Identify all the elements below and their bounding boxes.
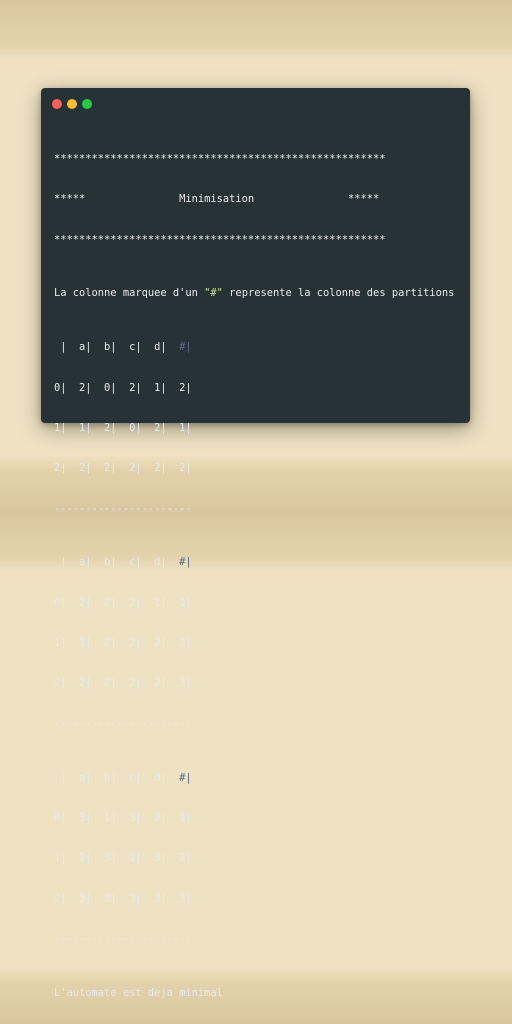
table-row: 1| 2| 3| 1| 3| 2| bbox=[54, 852, 192, 865]
partition-marker: "#" bbox=[204, 287, 223, 300]
minimize-window-button[interactable] bbox=[67, 99, 77, 109]
table-header-columns: | a| b| c| d| bbox=[54, 341, 167, 354]
partition-column-header: #| bbox=[166, 556, 192, 569]
legend-line: La colonne marquee d'un "#" represente l… bbox=[54, 287, 464, 300]
table-row: 0| 3| 1| 3| 2| 1| bbox=[54, 811, 192, 824]
maximize-window-button[interactable] bbox=[82, 99, 92, 109]
table-header: | a| b| c| d| #| bbox=[54, 556, 464, 569]
table-separator: ---------------------- bbox=[54, 502, 192, 515]
table-row: 1| 1| 2| 0| 2| 1| bbox=[54, 421, 192, 434]
terminal-window: ****************************************… bbox=[41, 88, 470, 999]
close-window-button[interactable] bbox=[52, 99, 62, 109]
table-row: 0| 2| 2| 2| 1| 1| bbox=[54, 596, 192, 609]
table-separator: ---------------------- bbox=[54, 717, 192, 730]
result-message: L'automate est deja minimal bbox=[54, 986, 223, 999]
table-row: 2| 3| 3| 3| 3| 3| bbox=[54, 892, 192, 905]
partition-column-header: #| bbox=[166, 771, 192, 784]
table-row: 2| 2| 2| 2| 2| 3| bbox=[54, 677, 192, 690]
table-header-columns: | a| b| c| d| bbox=[54, 771, 167, 784]
table-separator: ---------------------- bbox=[54, 932, 192, 945]
table-row: 2| 2| 2| 2| 2| 2| bbox=[54, 462, 192, 475]
table-row: 0| 2| 0| 2| 1| 2| bbox=[54, 381, 192, 394]
header-line: ****************************************… bbox=[54, 152, 386, 165]
legend-text: represente la colonne des partitions bbox=[222, 287, 455, 300]
table-row: 1| 1| 2| 2| 2| 2| bbox=[54, 637, 192, 650]
header-line: ****************************************… bbox=[54, 233, 386, 246]
partition-column-header: #| bbox=[166, 341, 192, 354]
header-title-line: ***** Minimisation ***** bbox=[54, 193, 380, 206]
table-header-columns: | a| b| c| d| bbox=[54, 556, 167, 569]
table-header: | a| b| c| d| #| bbox=[54, 341, 464, 354]
table-header: | a| b| c| d| #| bbox=[54, 772, 464, 785]
terminal-output: ****************************************… bbox=[54, 126, 464, 1024]
legend-text: La colonne marquee d'un bbox=[54, 287, 205, 300]
